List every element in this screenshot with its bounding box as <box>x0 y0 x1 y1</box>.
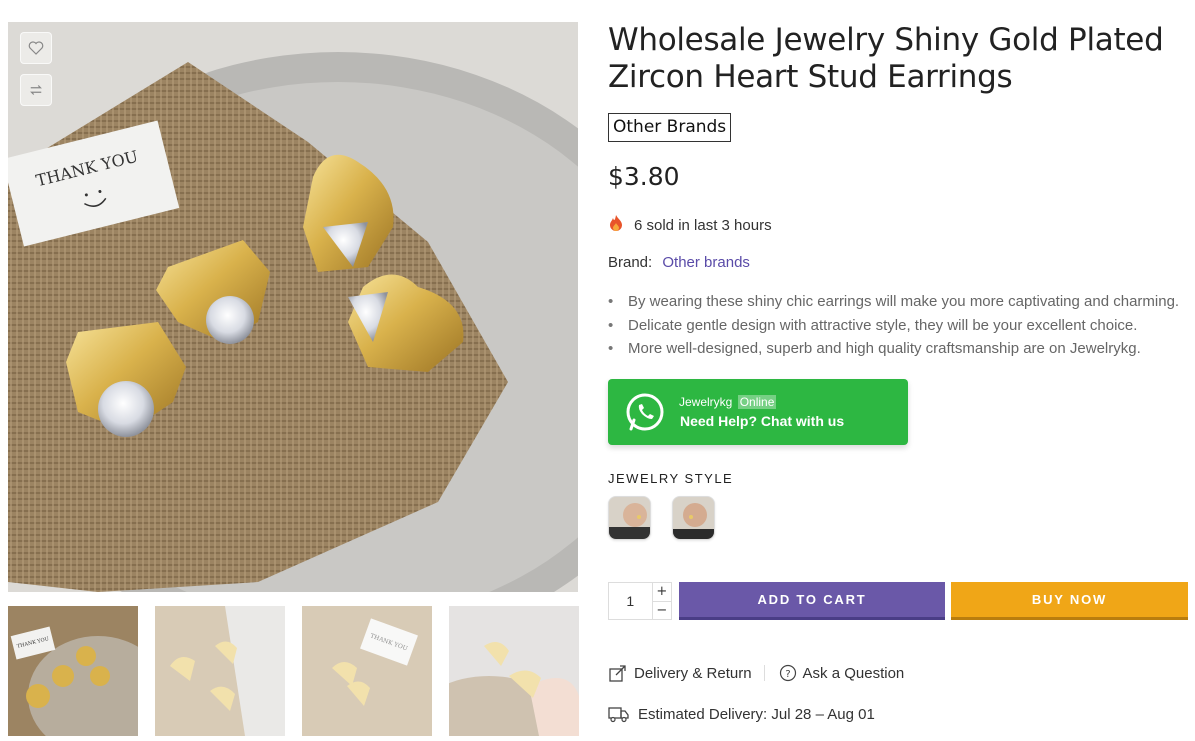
delivery-return-link[interactable]: Delivery & Return <box>608 663 752 683</box>
style-swatch-1[interactable] <box>608 496 651 540</box>
quantity-increase-button[interactable]: + <box>652 583 671 602</box>
style-swatches <box>608 496 715 540</box>
feature-list: By wearing these shiny chic earrings wil… <box>608 290 1179 361</box>
brand-link[interactable]: Other brands <box>662 254 750 271</box>
thumbnail-1[interactable]: THANK YOU <box>8 606 138 736</box>
ask-question-label: Ask a Question <box>802 664 905 682</box>
whatsapp-icon <box>626 393 664 431</box>
brand-line: Brand: Other brands <box>608 254 750 271</box>
quantity-input[interactable]: 1 <box>609 583 652 619</box>
buy-now-button[interactable]: BUY NOW <box>951 582 1188 620</box>
quantity-stepper: 1 + − <box>608 582 672 620</box>
link-divider <box>763 665 765 681</box>
quantity-buttons: + − <box>651 583 671 620</box>
brand-badge[interactable]: Other Brands <box>608 113 732 142</box>
feature-item: More well-designed, superb and high qual… <box>608 337 1179 361</box>
estimated-delivery: Estimated Delivery: Jul 28 – Aug 01 <box>608 705 875 723</box>
compare-icon <box>30 85 42 95</box>
thumbnail-4-image <box>449 606 579 736</box>
main-product-image[interactable]: THANK YOU <box>8 22 578 592</box>
thumbnail-2-image <box>155 606 285 736</box>
jewelry-style-label: JEWELRY STYLE <box>608 471 734 486</box>
style-swatch-1-image <box>609 497 650 539</box>
product-info: Wholesale Jewelry Shiny Gold Plated Zirc… <box>608 22 1188 723</box>
thumbnail-3-image: THANK YOU <box>302 606 432 736</box>
compare-button[interactable] <box>20 74 52 106</box>
feature-item: Delicate gentle design with attractive s… <box>608 314 1179 338</box>
product-price: $3.80 <box>608 162 680 191</box>
ask-question-link[interactable]: ? Ask a Question <box>779 664 905 682</box>
whatsapp-name: Jewelrykg <box>679 395 733 409</box>
earrings-photo: THANK YOU <box>8 22 578 592</box>
whatsapp-online-badge: Online <box>737 395 777 409</box>
product-title: Wholesale Jewelry Shiny Gold Plated Zirc… <box>608 22 1164 95</box>
svg-text:?: ? <box>785 669 790 680</box>
thumbnail-2[interactable] <box>155 606 285 736</box>
brand-label: Brand: <box>608 254 653 271</box>
wishlist-button[interactable] <box>20 32 52 64</box>
thumbnail-3[interactable]: THANK YOU <box>302 606 432 736</box>
sold-text: 6 sold in last 3 hours <box>634 217 772 234</box>
add-to-cart-button[interactable]: ADD TO CART <box>679 582 945 620</box>
whatsapp-cta: Need Help? Chat with us <box>680 413 845 429</box>
question-circle-icon: ? <box>779 664 796 682</box>
truck-icon <box>608 707 629 723</box>
style-swatch-2[interactable] <box>672 496 715 540</box>
sold-indicator: 6 sold in last 3 hours <box>608 214 772 237</box>
whatsapp-chat-button[interactable]: Jewelrykg Online Need Help? Chat with us <box>608 379 908 445</box>
style-swatch-2-image <box>673 497 714 539</box>
delivery-return-label: Delivery & Return <box>634 664 752 682</box>
share-box-icon <box>609 665 626 682</box>
thumbnail-1-image: THANK YOU <box>8 606 138 736</box>
whatsapp-status-line: Jewelrykg Online <box>679 395 777 409</box>
thumb-card-text: THANK YOU <box>369 632 408 652</box>
feature-item: By wearing these shiny chic earrings wil… <box>608 290 1179 314</box>
estimated-delivery-text: Estimated Delivery: Jul 28 – Aug 01 <box>638 705 875 723</box>
fire-icon <box>608 214 624 237</box>
thumbnail-4[interactable] <box>449 606 579 736</box>
quantity-decrease-button[interactable]: − <box>653 602 671 620</box>
secondary-links: Delivery & Return ? Ask a Question <box>608 663 904 683</box>
thumbnail-strip: THANK YOU THANK YOU <box>8 606 583 736</box>
heart-icon <box>28 41 44 55</box>
